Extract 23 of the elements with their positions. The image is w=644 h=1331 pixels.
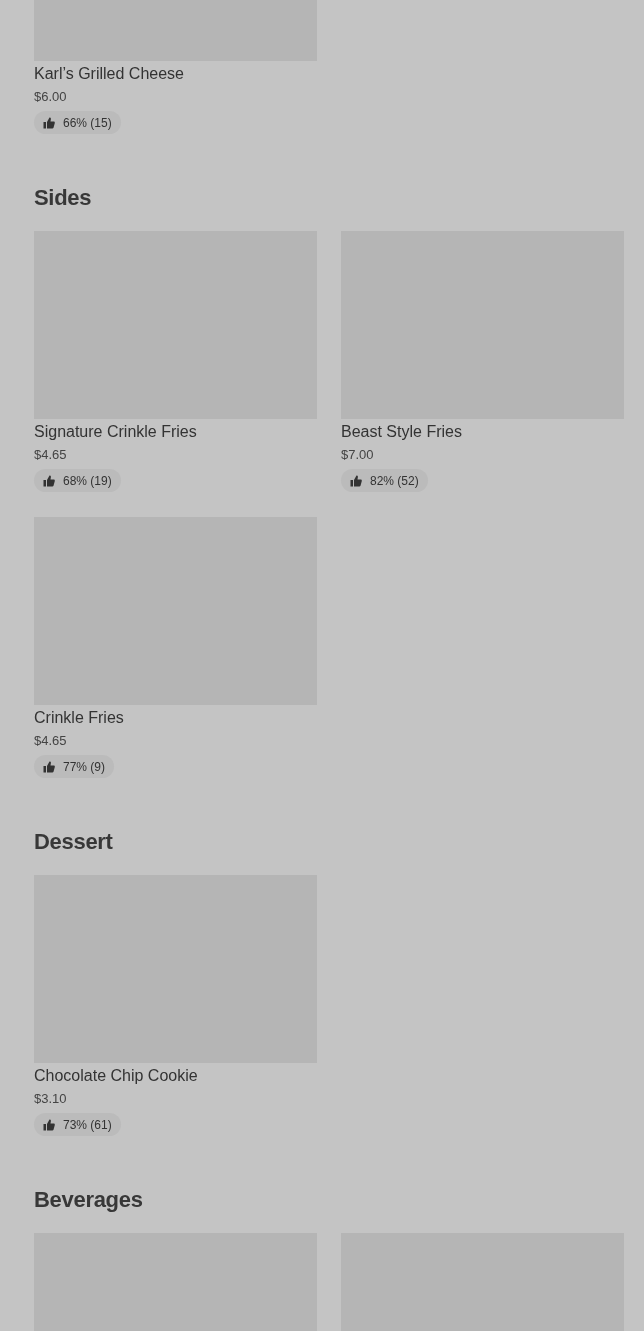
rating-text: 82% (52) — [370, 473, 419, 488]
thumbs-up-icon — [43, 760, 55, 773]
item-name[interactable]: Karl’s Grilled Cheese — [34, 64, 184, 84]
item-name[interactable]: Beast Style Fries — [341, 422, 462, 442]
section-heading: Beverages — [34, 1186, 144, 1214]
rating-text: 73% (61) — [63, 1117, 112, 1132]
rating-text: 77% (9) — [63, 759, 106, 774]
section-heading: Sides — [34, 184, 93, 212]
item-name[interactable]: Crinkle Fries — [34, 708, 124, 728]
item-price: $4.65 — [34, 446, 67, 464]
thumbs-up-icon — [43, 116, 55, 129]
item-name[interactable]: Signature Crinkle Fries — [34, 422, 197, 442]
item-price: $6.00 — [34, 88, 67, 106]
thumbs-up-icon — [43, 1118, 55, 1131]
rating-text: 68% (19) — [63, 473, 112, 488]
rating-text: 66% (15) — [63, 115, 112, 130]
item-price: $4.65 — [34, 732, 67, 750]
item-price: $3.10 — [34, 1090, 67, 1108]
thumbs-up-icon — [350, 474, 362, 487]
item-name[interactable]: Chocolate Chip Cookie — [34, 1066, 198, 1086]
item-price: $7.00 — [341, 446, 374, 464]
section-heading: Dessert — [34, 828, 114, 856]
thumbs-up-icon — [43, 474, 55, 487]
